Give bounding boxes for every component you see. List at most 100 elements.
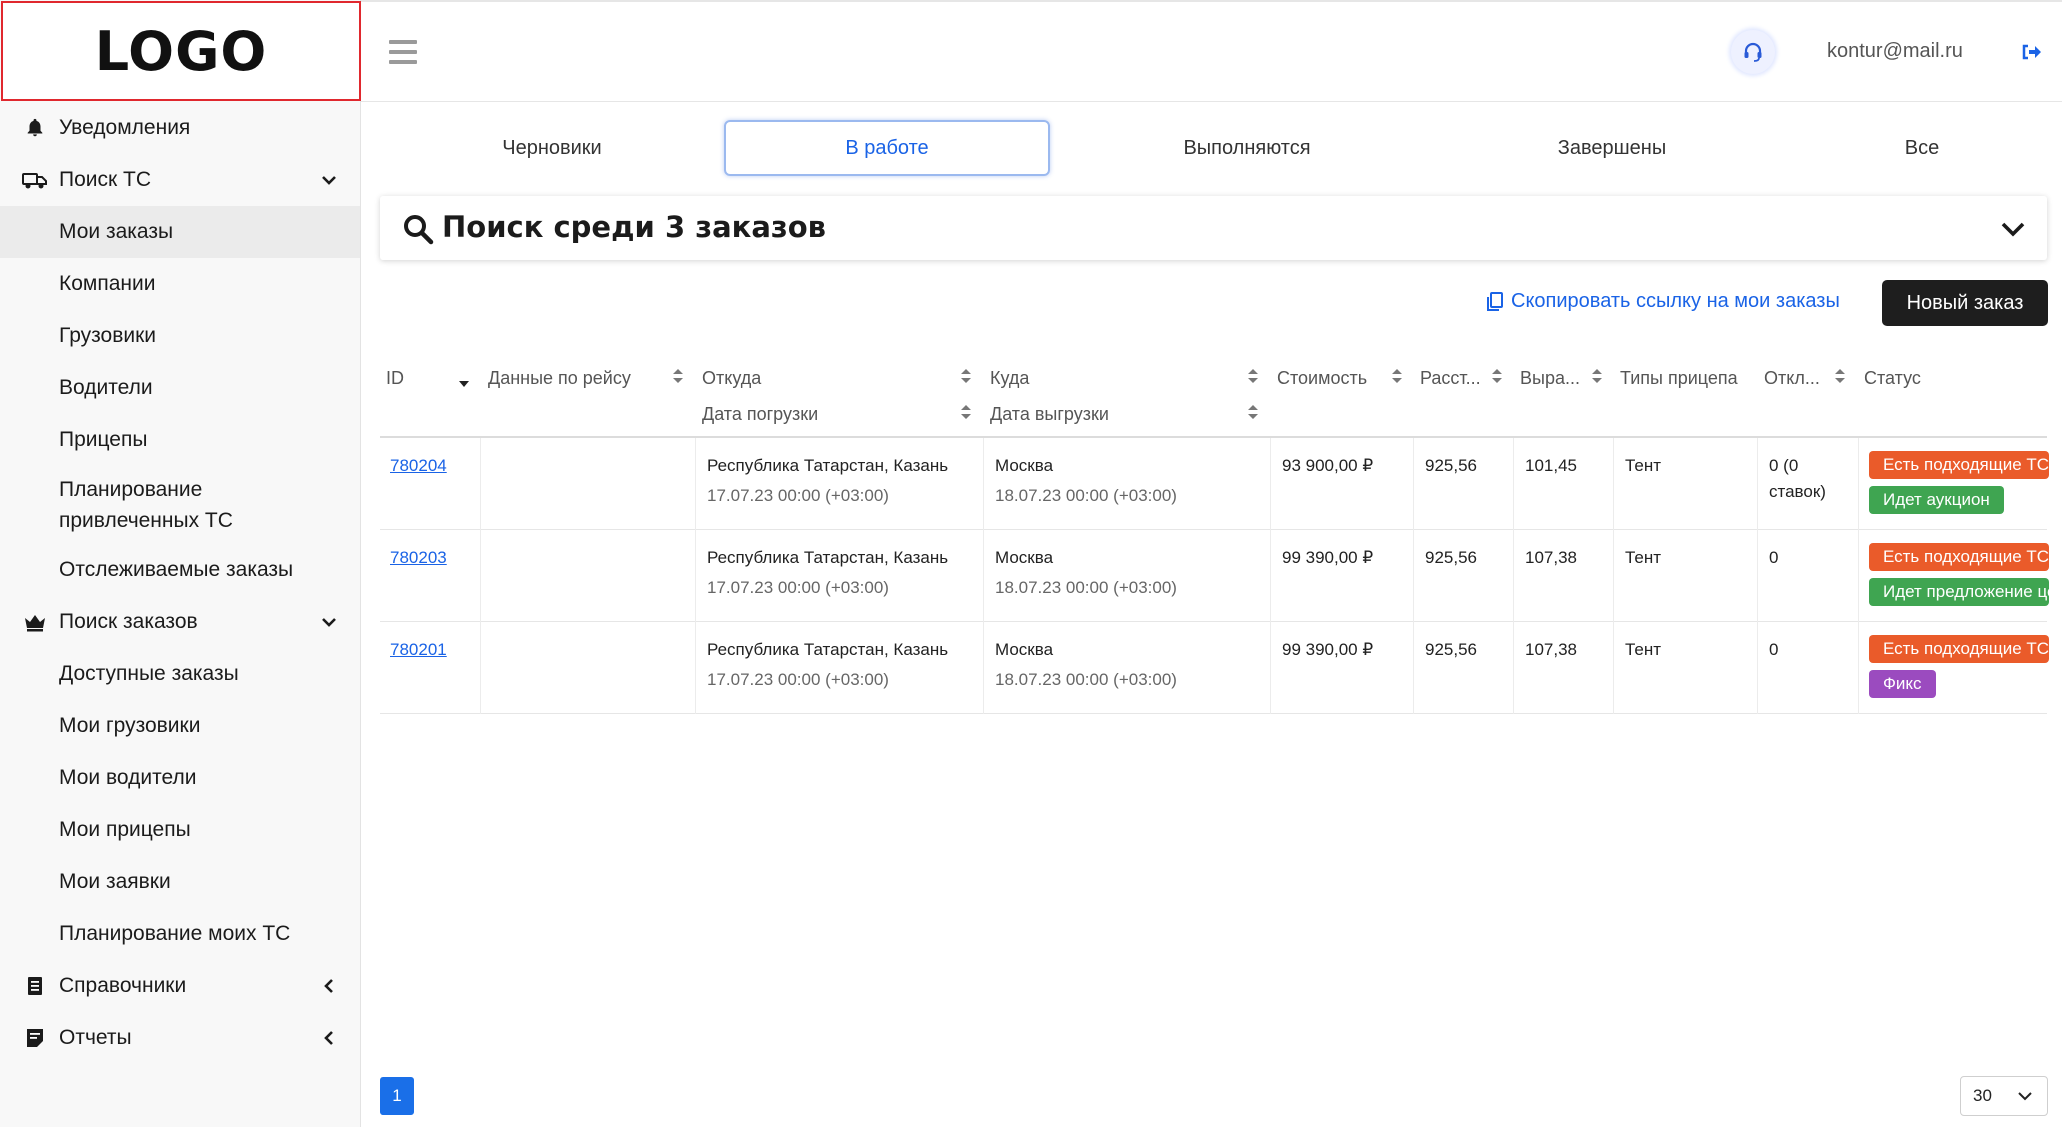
cell-cost: 99 390,00 ₽: [1282, 640, 1374, 659]
sort-icon[interactable]: [1247, 404, 1259, 420]
status-badge: Идет аукцион: [1869, 486, 2004, 514]
column-header-to[interactable]: Куда: [990, 368, 1029, 389]
column-header-id[interactable]: ID: [386, 368, 404, 389]
menu-icon[interactable]: [389, 40, 417, 64]
column-header-cost[interactable]: Стоимость: [1277, 368, 1367, 389]
logout-icon[interactable]: [2019, 40, 2045, 66]
cell-responses: 0: [1769, 640, 1779, 659]
per-page-select[interactable]: 30: [1960, 1076, 2048, 1116]
sort-icon[interactable]: [1834, 368, 1846, 384]
page-button-current[interactable]: 1: [380, 1077, 414, 1115]
sort-icon[interactable]: [1391, 368, 1403, 384]
sort-icon[interactable]: [960, 368, 972, 384]
cell-to: Москва: [995, 548, 1054, 567]
column-header-unload-date[interactable]: Дата выгрузки: [990, 404, 1109, 425]
search-title: Поиск среди 3 заказов: [442, 210, 827, 244]
sidebar-item-label: Мои прицепы: [59, 818, 191, 841]
cell-revenue: 107,38: [1525, 548, 1577, 567]
cell-responses: 0: [1769, 548, 1779, 567]
sort-icon[interactable]: [1491, 368, 1503, 384]
sort-icon[interactable]: [672, 368, 684, 384]
table-row[interactable]: 780204 Республика Татарстан, Казань 17.0…: [380, 438, 2049, 530]
tab-drafts[interactable]: Черновики: [377, 120, 727, 176]
search-icon: [402, 213, 434, 245]
column-header-status[interactable]: Статус: [1864, 368, 1921, 389]
sidebar-item-trucks[interactable]: Грузовики: [0, 310, 360, 362]
top-bar: kontur@mail.ru: [361, 0, 2062, 102]
chevron-down-icon: [2018, 1092, 2032, 1101]
logo-text: LOGO: [94, 19, 268, 83]
per-page-value: 30: [1973, 1086, 1992, 1105]
table-row[interactable]: 780203 Республика Татарстан, Казань 17.0…: [380, 530, 2049, 622]
sidebar-item-vehicle-search[interactable]: Поиск ТС: [0, 154, 360, 206]
sidebar-item-order-search[interactable]: Поиск заказов: [0, 596, 360, 648]
bell-icon: [22, 115, 48, 141]
column-header-trailer[interactable]: Типы прицепа: [1620, 368, 1738, 389]
sidebar-item-reports[interactable]: Отчеты: [0, 1012, 360, 1064]
chevron-down-icon[interactable]: [1999, 216, 2027, 242]
column-header-responses[interactable]: Откл...: [1764, 368, 1820, 389]
search-panel[interactable]: Поиск среди 3 заказов: [380, 196, 2047, 260]
cell-responses: 0 (0: [1769, 456, 1799, 475]
copy-link-label: Скопировать ссылку на мои заказы: [1511, 290, 1840, 312]
new-order-button[interactable]: Новый заказ: [1882, 280, 2048, 326]
tab-completed[interactable]: Завершены: [1437, 120, 1787, 176]
sidebar-item-companies[interactable]: Компании: [0, 258, 360, 310]
column-header-trip[interactable]: Данные по рейсу: [488, 368, 631, 389]
chevron-down-icon[interactable]: [318, 169, 340, 191]
orders-table-body: 780204 Республика Татарстан, Казань 17.0…: [380, 438, 2049, 714]
sort-icon[interactable]: [1247, 368, 1259, 384]
sidebar-item-my-trailers[interactable]: Мои прицепы: [0, 804, 360, 856]
status-badge: Есть подходящие ТС: [1869, 451, 2049, 479]
sidebar-item-references[interactable]: Справочники: [0, 960, 360, 1012]
tab-executing[interactable]: Выполняются: [1067, 120, 1427, 176]
logo[interactable]: LOGO: [1, 1, 361, 101]
column-header-distance[interactable]: Расст...: [1420, 368, 1481, 389]
sidebar-item-notifications[interactable]: Уведомления: [0, 102, 360, 154]
sidebar-item-my-requests[interactable]: Мои заявки: [0, 856, 360, 908]
sidebar-item-label: Мои водители: [59, 766, 197, 789]
sidebar-item-planning-hired[interactable]: Планирование привлеченных ТС: [0, 466, 360, 544]
column-header-revenue[interactable]: Выра...: [1520, 368, 1580, 389]
status-badge: Идет предложение цены: [1869, 578, 2049, 606]
sort-icon[interactable]: [1591, 368, 1603, 384]
sidebar-item-label: Компании: [59, 272, 156, 295]
sidebar: LOGO Уведомления Поиск ТС Мои заказы Ком…: [0, 0, 361, 1127]
order-id-link[interactable]: 780201: [390, 640, 447, 660]
sidebar-item-trailers[interactable]: Прицепы: [0, 414, 360, 466]
tab-all[interactable]: Все: [1797, 120, 2047, 176]
sidebar-item-my-trucks[interactable]: Мои грузовики: [0, 700, 360, 752]
cell-to: Москва: [995, 456, 1054, 475]
cell-load-date: 17.07.23 00:00 (+03:00): [707, 578, 889, 597]
sidebar-item-label: Мои грузовики: [59, 714, 201, 737]
order-id-link[interactable]: 780203: [390, 548, 447, 568]
sidebar-item-planning-my-vehicles[interactable]: Планирование моих ТС: [0, 908, 360, 960]
chevron-left-icon[interactable]: [318, 975, 340, 997]
copy-link-button[interactable]: Скопировать ссылку на мои заказы: [1485, 290, 1840, 313]
tab-in-progress[interactable]: В работе: [724, 120, 1050, 176]
headset-icon[interactable]: [1731, 30, 1775, 74]
column-header-load-date[interactable]: Дата погрузки: [702, 404, 818, 425]
sidebar-item-drivers[interactable]: Водители: [0, 362, 360, 414]
sidebar-item-label: Планирование привлеченных ТС: [59, 478, 233, 532]
sidebar-item-my-orders[interactable]: Мои заказы: [0, 206, 360, 258]
column-header-from[interactable]: Откуда: [702, 368, 761, 389]
status-badge: Есть подходящие ТС: [1869, 543, 2049, 571]
user-email[interactable]: kontur@mail.ru: [1827, 40, 1963, 63]
chevron-down-icon[interactable]: [318, 611, 340, 633]
sidebar-item-tracked-orders[interactable]: Отслеживаемые заказы: [0, 544, 360, 596]
sidebar-item-label: Водители: [59, 376, 153, 399]
cell-cost: 93 900,00 ₽: [1282, 456, 1374, 475]
sort-desc-icon[interactable]: [458, 372, 470, 388]
cell-to: Москва: [995, 640, 1054, 659]
sort-icon[interactable]: [960, 404, 972, 420]
cell-trailer: Тент: [1625, 456, 1662, 475]
order-id-link[interactable]: 780204: [390, 456, 447, 476]
cell-distance: 925,56: [1425, 640, 1477, 659]
cell-load-date: 17.07.23 00:00 (+03:00): [707, 670, 889, 689]
sidebar-item-my-drivers[interactable]: Мои водители: [0, 752, 360, 804]
sidebar-item-available-orders[interactable]: Доступные заказы: [0, 648, 360, 700]
table-row[interactable]: 780201 Республика Татарстан, Казань 17.0…: [380, 622, 2049, 714]
chevron-left-icon[interactable]: [318, 1027, 340, 1049]
cell-unload-date: 18.07.23 00:00 (+03:00): [995, 578, 1177, 597]
